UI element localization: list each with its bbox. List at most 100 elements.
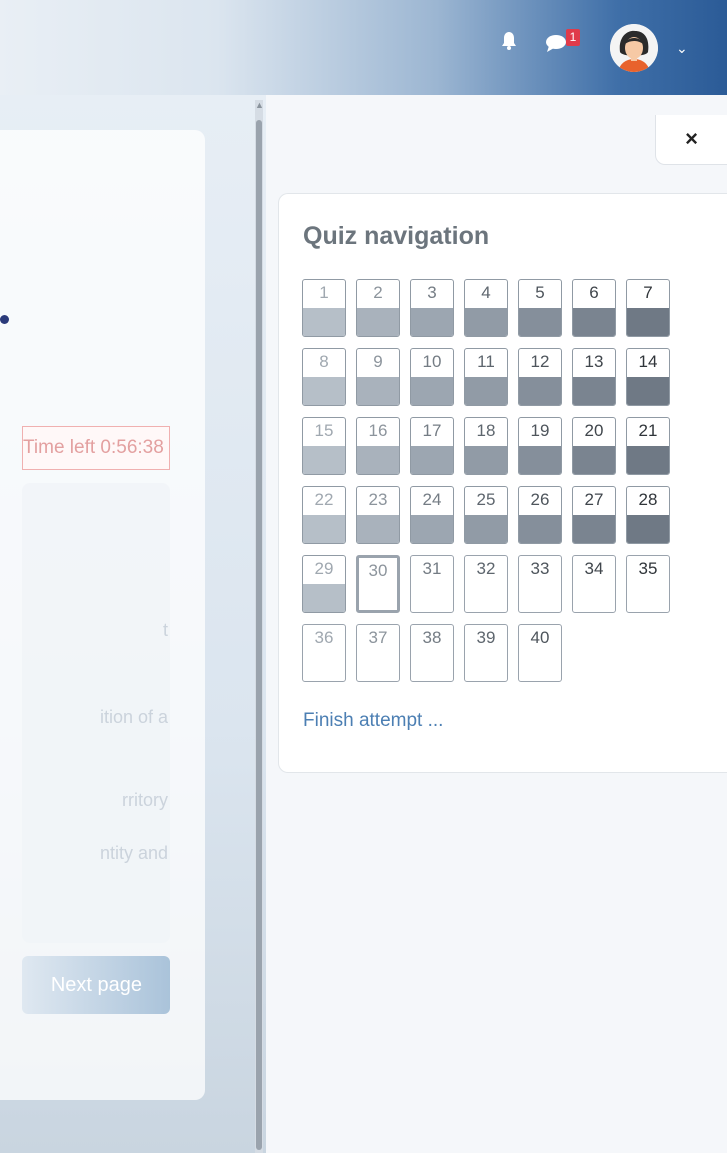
question-number: 9 <box>373 352 383 371</box>
scroll-up-icon[interactable]: ▲ <box>255 100 264 110</box>
question-number: 20 <box>584 421 604 440</box>
question-number: 7 <box>643 283 653 302</box>
question-number: 36 <box>314 628 334 647</box>
question-nav-button[interactable]: 11 <box>464 348 508 406</box>
question-number: 23 <box>368 490 388 509</box>
question-nav-button[interactable]: 17 <box>410 417 454 475</box>
question-nav-button[interactable]: 38 <box>410 624 454 682</box>
answered-indicator <box>303 446 345 474</box>
question-nav-button[interactable]: 29 <box>302 555 346 613</box>
question-nav-button[interactable]: 16 <box>356 417 400 475</box>
question-number: 39 <box>476 628 496 647</box>
question-nav-button[interactable]: 5 <box>518 279 562 337</box>
scrollbar-thumb[interactable] <box>256 120 262 1150</box>
question-nav-button[interactable]: 25 <box>464 486 508 544</box>
question-number: 5 <box>535 283 545 302</box>
question-number: 30 <box>368 561 388 580</box>
answered-indicator <box>627 515 669 543</box>
answered-indicator <box>573 515 615 543</box>
question-number: 29 <box>314 559 334 578</box>
question-number: 12 <box>530 352 550 371</box>
question-number: 1 <box>319 283 329 302</box>
question-number: 8 <box>319 352 329 371</box>
question-nav-button[interactable]: 12 <box>518 348 562 406</box>
answered-indicator <box>519 446 561 474</box>
answered-indicator <box>411 308 453 336</box>
quiz-timer: Time left 0:56:38 <box>22 426 170 470</box>
question-nav-button[interactable]: 20 <box>572 417 616 475</box>
answered-indicator <box>465 515 507 543</box>
answered-indicator <box>465 308 507 336</box>
question-nav-button[interactable]: 19 <box>518 417 562 475</box>
answered-indicator <box>411 446 453 474</box>
question-nav-button[interactable]: 30 <box>356 555 400 613</box>
close-drawer-button[interactable]: × <box>655 115 727 165</box>
answered-indicator <box>411 377 453 405</box>
question-number: 34 <box>584 559 604 578</box>
drawer-scrollbar[interactable]: ▲ <box>255 100 264 1153</box>
question-text: rritory <box>122 790 168 810</box>
question-nav-button[interactable]: 22 <box>302 486 346 544</box>
answered-indicator <box>627 377 669 405</box>
question-number: 38 <box>422 628 442 647</box>
question-nav-button[interactable]: 7 <box>626 279 670 337</box>
question-nav-button[interactable]: 8 <box>302 348 346 406</box>
answered-indicator <box>627 308 669 336</box>
bell-icon[interactable] <box>500 30 518 52</box>
question-nav-button[interactable]: 31 <box>410 555 454 613</box>
question-nav-button[interactable]: 37 <box>356 624 400 682</box>
question-nav-button[interactable]: 15 <box>302 417 346 475</box>
question-number: 21 <box>638 421 658 440</box>
answered-indicator <box>357 377 399 405</box>
answered-indicator <box>357 446 399 474</box>
finish-attempt-link[interactable]: Finish attempt ... <box>303 710 443 732</box>
question-nav-button[interactable]: 34 <box>572 555 616 613</box>
question-nav-button[interactable]: 3 <box>410 279 454 337</box>
answered-indicator <box>627 446 669 474</box>
question-nav-button[interactable]: 18 <box>464 417 508 475</box>
question-nav-button[interactable]: 23 <box>356 486 400 544</box>
question-nav-button[interactable]: 9 <box>356 348 400 406</box>
question-nav-button[interactable]: 24 <box>410 486 454 544</box>
question-nav-button[interactable]: 36 <box>302 624 346 682</box>
answered-indicator <box>303 308 345 336</box>
question-number: 17 <box>422 421 442 440</box>
question-nav-button[interactable]: 10 <box>410 348 454 406</box>
question-nav-button[interactable]: 39 <box>464 624 508 682</box>
question-nav-button[interactable]: 4 <box>464 279 508 337</box>
question-number: 13 <box>584 352 604 371</box>
question-number: 32 <box>476 559 496 578</box>
answered-indicator <box>573 377 615 405</box>
avatar[interactable] <box>610 24 658 72</box>
question-number: 15 <box>314 421 334 440</box>
answered-indicator <box>411 515 453 543</box>
question-nav-button[interactable]: 14 <box>626 348 670 406</box>
question-nav-button[interactable]: 6 <box>572 279 616 337</box>
question-nav-button[interactable]: 33 <box>518 555 562 613</box>
top-navbar: 1 ⌄ <box>0 0 727 95</box>
answered-indicator <box>303 515 345 543</box>
messages-badge: 1 <box>566 29 580 46</box>
question-nav-button[interactable]: 21 <box>626 417 670 475</box>
answered-indicator <box>573 308 615 336</box>
question-nav-button[interactable]: 2 <box>356 279 400 337</box>
question-number: 24 <box>422 490 442 509</box>
question-number: 4 <box>481 283 491 302</box>
question-nav-button[interactable]: 32 <box>464 555 508 613</box>
chevron-down-icon[interactable]: ⌄ <box>676 40 688 57</box>
question-number: 19 <box>530 421 550 440</box>
question-number: 18 <box>476 421 496 440</box>
question-number: 26 <box>530 490 550 509</box>
next-page-button[interactable]: Next page <box>22 956 170 1014</box>
question-nav-button[interactable]: 26 <box>518 486 562 544</box>
question-number: 40 <box>530 628 550 647</box>
question-nav-button[interactable]: 27 <box>572 486 616 544</box>
question-nav-button[interactable]: 35 <box>626 555 670 613</box>
question-nav-button[interactable]: 1 <box>302 279 346 337</box>
bullet-dot <box>0 315 9 324</box>
question-number: 6 <box>589 283 599 302</box>
question-text: ition of a <box>99 707 168 727</box>
question-nav-button[interactable]: 13 <box>572 348 616 406</box>
question-nav-button[interactable]: 28 <box>626 486 670 544</box>
question-nav-button[interactable]: 40 <box>518 624 562 682</box>
